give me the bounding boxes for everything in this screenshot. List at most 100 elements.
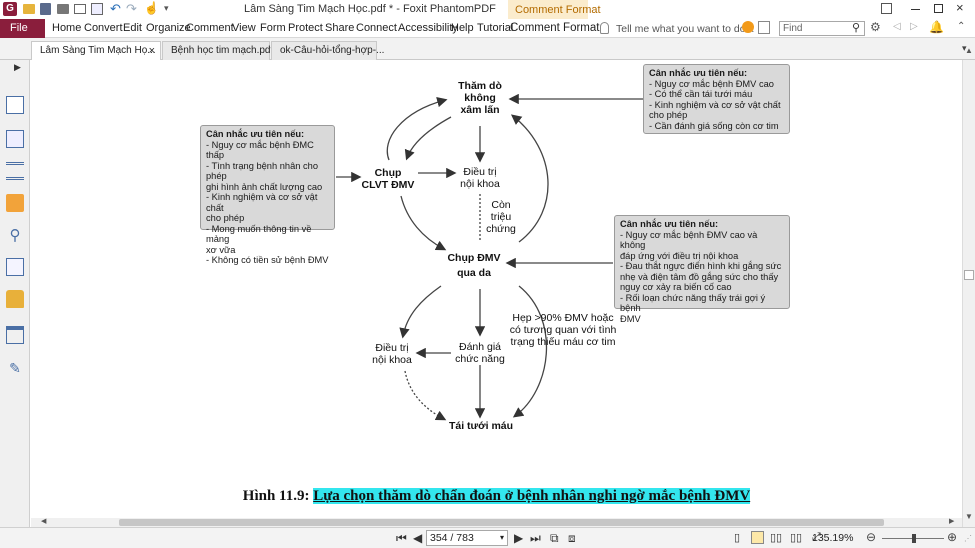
- node-line: nội khoa: [460, 178, 500, 190]
- menu-item-convert[interactable]: Convert: [84, 22, 123, 34]
- menu-item-view[interactable]: View: [232, 22, 256, 34]
- menu-item-help[interactable]: Help: [451, 22, 474, 34]
- restore-ribbon-icon[interactable]: [881, 3, 892, 14]
- snapshot-icon[interactable]: [91, 3, 103, 15]
- lightbulb-icon: [600, 22, 609, 34]
- box-heading: Cân nhắc ưu tiên nếu:: [649, 68, 748, 78]
- node-line: triệu: [490, 211, 512, 223]
- menu-item-share[interactable]: Share: [325, 22, 354, 34]
- scroll-left-icon[interactable]: ◀: [41, 517, 46, 525]
- tab-benh-hoc[interactable]: Bệnh học tim mạch.pdf: [162, 41, 274, 60]
- sticky-note-icon[interactable]: [742, 21, 754, 33]
- caption-highlighted-text[interactable]: Lựa chọn thăm dò chẩn đoán ở bệnh nhân n…: [313, 488, 751, 504]
- tab-cau-hoi[interactable]: ok-Câu-hỏi-tổng-hợp-...: [271, 41, 384, 60]
- gear-icon[interactable]: ⚙: [870, 20, 881, 34]
- prev-page-icon[interactable]: ◀: [413, 531, 422, 545]
- fit-page-icon[interactable]: ⧈: [568, 531, 576, 546]
- first-page-icon[interactable]: ⏮: [396, 531, 407, 546]
- pdf-page[interactable]: Cân nhắc ưu tiên nếu: - Nguy cơ mắc bệnh…: [31, 60, 962, 518]
- page-dropdown-icon[interactable]: ▾: [500, 531, 504, 545]
- facing-page-icon[interactable]: ▯▯: [770, 531, 782, 544]
- security-icon[interactable]: [6, 290, 24, 308]
- page-display: 354 / 783: [430, 532, 474, 544]
- tell-me-input[interactable]: Tell me what you want to do...: [616, 23, 754, 35]
- copy-page-icon[interactable]: ⧉: [550, 531, 559, 546]
- signature-icon[interactable]: [6, 258, 24, 276]
- pen-icon[interactable]: ✎: [6, 360, 24, 378]
- redo-icon[interactable]: ↷: [126, 1, 137, 17]
- search-icon[interactable]: ⚲: [852, 21, 860, 34]
- scroll-thumb[interactable]: [964, 270, 974, 280]
- print-icon[interactable]: [57, 4, 69, 14]
- scroll-up-icon[interactable]: ▲: [965, 46, 973, 55]
- customize-dropdown-icon[interactable]: ▾: [164, 3, 169, 14]
- menu-item-tutorial[interactable]: Tutorial: [477, 22, 513, 34]
- nav-forward-icon[interactable]: ▷: [910, 21, 918, 32]
- node-line: không: [464, 92, 496, 104]
- arrow-ct-to-angio: [400, 195, 447, 251]
- close-tab-icon[interactable]: ×: [149, 42, 155, 60]
- menu-item-comment-format[interactable]: Comment Format: [510, 22, 599, 34]
- node-stenosis: Hẹp >90% ĐMV hoặc có tương quan với tình…: [504, 312, 622, 348]
- node-revascularization: Tái tưới máu: [441, 420, 521, 432]
- node-line: Chụp ĐMV: [447, 252, 501, 264]
- single-page-icon[interactable]: ▯: [734, 531, 740, 544]
- consider-box-right: Cân nhắc ưu tiên nếu: - Nguy cơ mắc bệnh…: [614, 215, 790, 324]
- collapse-ribbon-icon[interactable]: ⌃: [957, 21, 965, 32]
- zoom-in-icon[interactable]: ⊕: [947, 530, 957, 544]
- minimize-button[interactable]: [911, 9, 920, 10]
- file-menu-button[interactable]: File: [0, 19, 45, 38]
- zoom-slider-thumb[interactable]: [912, 534, 916, 543]
- continuous-facing-icon[interactable]: ▯▯: [790, 531, 802, 544]
- expand-arrow-icon[interactable]: ▶: [14, 62, 21, 73]
- find-options-icon[interactable]: [758, 21, 770, 34]
- last-page-icon[interactable]: ⏭: [530, 531, 541, 546]
- continuous-page-icon[interactable]: [751, 531, 764, 544]
- node-line: Chụp: [374, 167, 402, 179]
- nav-back-icon[interactable]: ◁: [893, 21, 901, 32]
- close-button[interactable]: ×: [956, 0, 964, 15]
- zoom-out-icon[interactable]: ⊖: [866, 530, 876, 544]
- scroll-thumb[interactable]: [119, 519, 884, 526]
- open-folder-icon[interactable]: [23, 4, 35, 14]
- scroll-right-icon[interactable]: ▶: [949, 517, 954, 525]
- hand-tool-icon[interactable]: ☝: [144, 1, 159, 15]
- menu-item-form[interactable]: Form: [260, 22, 286, 34]
- save-icon[interactable]: [40, 3, 51, 15]
- node-ct: Chụp CLVT ĐMV: [357, 167, 419, 191]
- menu-item-home[interactable]: Home: [52, 22, 81, 34]
- notification-bell-icon[interactable]: 🔔: [929, 20, 944, 34]
- vertical-scrollbar[interactable]: ▲ ▼: [962, 46, 975, 527]
- menu-item-connect[interactable]: Connect: [356, 22, 397, 34]
- email-icon[interactable]: [74, 4, 86, 14]
- maximize-button[interactable]: [934, 4, 943, 13]
- menu-item-protect[interactable]: Protect: [288, 22, 323, 34]
- page-number-field[interactable]: 354 / 783 ▾: [426, 530, 508, 546]
- form-icon[interactable]: [6, 326, 24, 344]
- next-page-icon[interactable]: ▶: [514, 531, 523, 545]
- box-line: nhẹ và điện tâm đồ gắng sức cho thấy: [620, 271, 779, 282]
- layers-icon[interactable]: [6, 162, 24, 180]
- undo-icon[interactable]: ↶: [110, 1, 121, 17]
- box-line: - Cần đánh giá sống còn cơ tim: [649, 120, 779, 131]
- consider-box-top-right: Cân nhắc ưu tiên nếu: - Nguy cơ mắc bệnh…: [643, 64, 790, 134]
- attachments-icon[interactable]: ⚲: [6, 226, 24, 244]
- tab-lam-sang[interactable]: Lâm Sàng Tim Mạch Họ... ×: [31, 41, 161, 61]
- menu-item-accessibility[interactable]: Accessibility: [398, 22, 458, 34]
- menu-item-organize[interactable]: Organize: [146, 22, 191, 34]
- arrow-ct-to-noninvasive: [386, 97, 448, 161]
- pages-icon[interactable]: [6, 130, 24, 148]
- figure-caption: Hình 11.9: Lựa chọn thăm dò chẩn đoán ở …: [31, 488, 962, 505]
- comments-icon[interactable]: [6, 194, 24, 212]
- box-line: - Không có tiền sử bệnh ĐMV: [206, 255, 329, 265]
- tab-label: Bệnh học tim mạch.pdf: [171, 45, 274, 56]
- node-line: nội khoa: [372, 354, 412, 366]
- node-line: trạng thiếu máu cơ tim: [510, 336, 616, 348]
- bookmark-icon[interactable]: [6, 96, 24, 114]
- menu-item-comment[interactable]: Comment: [186, 22, 234, 34]
- zoom-value[interactable]: 135.19%: [812, 532, 853, 544]
- horizontal-scrollbar[interactable]: ◀ ▶: [31, 518, 962, 527]
- menu-item-edit[interactable]: Edit: [123, 22, 142, 34]
- scroll-down-icon[interactable]: ▼: [965, 512, 973, 521]
- box-line: - Tình trạng bệnh nhân cho phép: [206, 160, 318, 182]
